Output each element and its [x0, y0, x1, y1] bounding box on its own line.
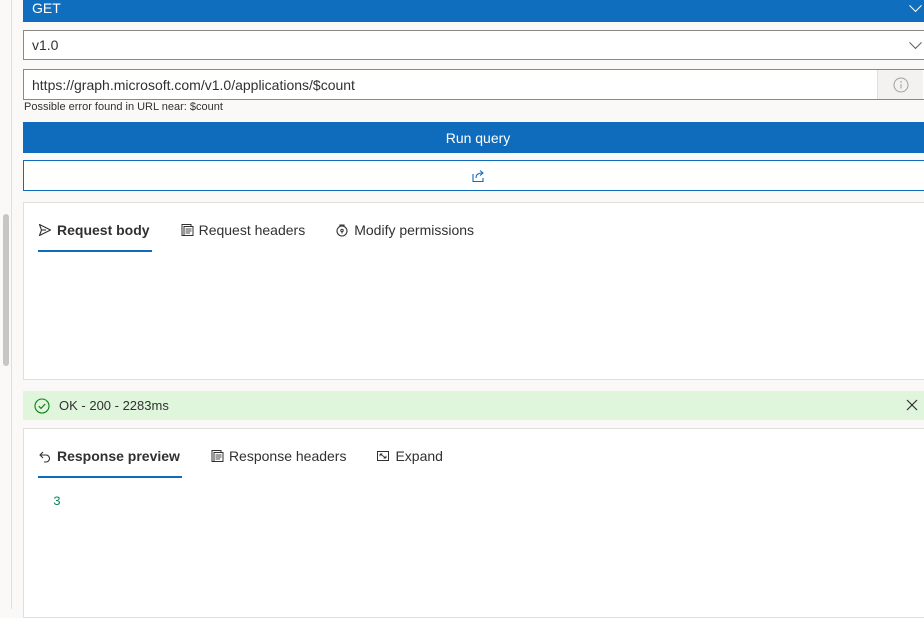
- scrollbar-thumb[interactable]: [3, 214, 9, 366]
- undo-arrow-icon: [38, 449, 52, 463]
- status-message-bar: OK - 200 - 2283ms: [23, 391, 924, 420]
- response-body-value: 3: [53, 494, 61, 509]
- tab-response-preview[interactable]: Response preview: [38, 434, 182, 478]
- info-icon[interactable]: [877, 70, 923, 99]
- tab-expand[interactable]: Expand: [376, 434, 443, 478]
- http-method-value: GET: [32, 0, 61, 16]
- tab-modify-permissions[interactable]: Modify permissions: [335, 208, 474, 252]
- url-error-message: Possible error found in URL near: $count: [24, 101, 223, 113]
- tab-request-body[interactable]: Request body: [38, 208, 152, 252]
- response-tabs: Response preview Response headers Expand: [38, 434, 473, 478]
- tab-response-headers[interactable]: Response headers: [210, 434, 347, 478]
- chevron-down-icon: [909, 36, 922, 50]
- share-icon: [472, 169, 484, 182]
- http-method-select[interactable]: GET: [23, 0, 924, 22]
- left-panel-edge: [0, 0, 12, 609]
- tab-label: Response preview: [57, 448, 180, 464]
- tab-request-headers[interactable]: Request headers: [180, 208, 306, 252]
- permissions-icon: [335, 223, 349, 237]
- close-icon[interactable]: [905, 398, 919, 412]
- document-icon: [210, 449, 224, 463]
- tab-label: Modify permissions: [354, 222, 475, 238]
- version-value: v1.0: [32, 37, 59, 53]
- tab-label: Expand: [395, 448, 443, 464]
- url-input[interactable]: [24, 70, 877, 99]
- send-icon: [38, 223, 52, 237]
- tab-label: Response headers: [228, 448, 347, 464]
- expand-icon: [376, 449, 390, 463]
- status-text: OK - 200 - 2283ms: [59, 398, 169, 413]
- run-query-button[interactable]: Run query: [23, 122, 924, 153]
- check-circle-icon: [34, 397, 50, 414]
- request-tabs: Request body Request headers Modify perm…: [38, 208, 504, 252]
- chevron-down-icon: [909, 0, 922, 13]
- tab-label: Request body: [57, 222, 150, 238]
- document-icon: [180, 223, 194, 237]
- version-select[interactable]: v1.0: [23, 30, 924, 60]
- tab-label: Request headers: [198, 222, 306, 238]
- response-panel: Response preview Response headers Expand…: [23, 428, 924, 618]
- url-field[interactable]: [23, 69, 924, 100]
- request-panel: Request body Request headers Modify perm…: [23, 202, 924, 380]
- share-query-button[interactable]: [23, 160, 924, 191]
